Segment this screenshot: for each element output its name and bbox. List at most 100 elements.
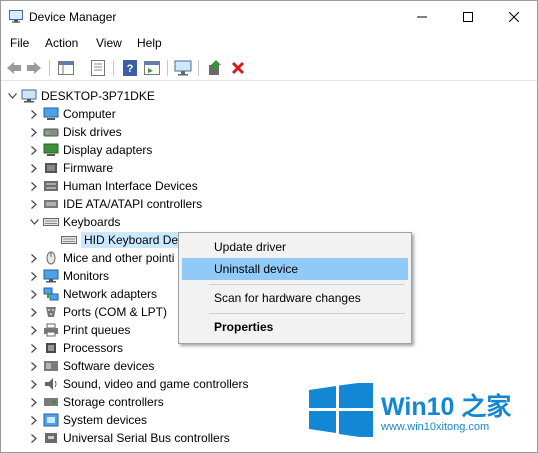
chevron-right-icon[interactable] <box>29 411 39 429</box>
tree-item-storage-controllers[interactable]: Storage controllers <box>29 393 164 411</box>
win10-watermark: Win10 之家 www.win10xitong.com <box>309 381 533 439</box>
tree-item-sound-video[interactable]: Sound, video and game controllers <box>29 375 248 393</box>
usb-icon <box>43 431 59 445</box>
menu-item-label: Properties <box>214 320 274 334</box>
help-button[interactable]: ? <box>121 59 139 77</box>
action-pane-button[interactable] <box>143 59 161 77</box>
chevron-right-icon[interactable] <box>29 321 39 339</box>
forward-button[interactable] <box>25 59 43 77</box>
chevron-right-icon[interactable] <box>29 429 39 447</box>
menu-action[interactable]: Action <box>45 36 78 50</box>
monitor-icon <box>43 269 59 283</box>
scan-hardware-button[interactable] <box>174 59 192 77</box>
system-device-icon <box>43 413 59 427</box>
device-manager-icon <box>9 10 23 23</box>
computer-root-icon <box>21 89 37 103</box>
display-adapter-icon <box>43 143 59 157</box>
back-button[interactable] <box>5 59 23 77</box>
chevron-right-icon[interactable] <box>29 375 39 393</box>
tree-item-ports[interactable]: Ports (COM & LPT) <box>29 303 167 321</box>
tree-item-mice[interactable]: Mice and other pointi <box>29 249 174 267</box>
menu-item-uninstall-device[interactable]: Uninstall device <box>182 258 408 280</box>
red-x-icon <box>231 61 245 75</box>
tree-item-hid-keyboard-device[interactable]: HID Keyboard Dev <box>61 231 188 249</box>
menu-separator <box>209 284 405 285</box>
chevron-down-icon[interactable] <box>7 87 17 105</box>
back-arrow-icon <box>7 62 21 74</box>
menu-item-label: Scan for hardware changes <box>214 291 361 305</box>
tree-item-label: Display adapters <box>63 143 153 157</box>
menu-help[interactable]: Help <box>137 36 162 50</box>
tree-item-human-interface-devices[interactable]: Human Interface Devices <box>29 177 198 195</box>
maximize-icon <box>463 12 473 22</box>
tree-item-label: Monitors <box>63 269 110 283</box>
chevron-right-icon[interactable] <box>29 393 39 411</box>
tree-item-monitors[interactable]: Monitors <box>29 267 109 285</box>
tree-item-system-devices[interactable]: System devices <box>29 411 147 429</box>
keyboard-icon <box>43 215 59 229</box>
action-pane-icon <box>144 61 160 75</box>
tree-item-keyboards[interactable]: Keyboards <box>29 213 120 231</box>
tree-item-label: Universal Serial Bus controllers <box>63 431 230 445</box>
hid-icon <box>43 179 59 193</box>
watermark-brand: Win10 之家 <box>381 393 512 421</box>
menu-item-update-driver[interactable]: Update driver <box>182 236 408 258</box>
network-icon <box>43 287 59 301</box>
forward-arrow-icon <box>27 62 41 74</box>
properties-toolbar-button[interactable] <box>89 59 107 77</box>
tree-item-processors[interactable]: Processors <box>29 339 123 357</box>
tree-root[interactable]: DESKTOP-3P71DKE <box>7 87 155 105</box>
tree-item-disk-drives[interactable]: Disk drives <box>29 123 122 141</box>
chevron-right-icon[interactable] <box>29 267 39 285</box>
tree-item-label: System devices <box>63 413 148 427</box>
toolbar-separator <box>113 60 114 76</box>
tree-item-label: Storage controllers <box>63 395 164 409</box>
tree-item-label: Sound, video and game controllers <box>63 377 249 391</box>
context-menu: Update driver Uninstall device Scan for … <box>178 232 412 344</box>
menu-item-scan-hardware[interactable]: Scan for hardware changes <box>182 287 408 309</box>
show-hide-tree-button[interactable] <box>57 59 75 77</box>
chevron-right-icon[interactable] <box>29 357 39 375</box>
close-button[interactable] <box>491 1 537 33</box>
chevron-right-icon[interactable] <box>29 123 39 141</box>
uninstall-device-button[interactable] <box>229 59 247 77</box>
chevron-right-icon[interactable] <box>29 159 39 177</box>
maximize-button[interactable] <box>445 1 491 33</box>
tree-root-label: DESKTOP-3P71DKE <box>41 89 155 103</box>
menu-file[interactable]: File <box>10 36 29 50</box>
tree-item-label: Computer <box>63 107 116 121</box>
tree-item-label: Firmware <box>63 161 113 175</box>
tree-item-usb-controllers[interactable]: Universal Serial Bus controllers <box>29 429 230 447</box>
scan-monitor-icon <box>174 60 192 76</box>
toolbar-separator <box>49 60 50 76</box>
processor-icon <box>43 341 59 355</box>
chevron-right-icon[interactable] <box>29 195 39 213</box>
toolbar-separator <box>167 60 168 76</box>
menu-view[interactable]: View <box>96 36 122 50</box>
chevron-right-icon[interactable] <box>29 177 39 195</box>
minimize-button[interactable] <box>399 1 445 33</box>
tree-item-print-queues[interactable]: Print queues <box>29 321 130 339</box>
chevron-right-icon[interactable] <box>29 339 39 357</box>
menu-separator <box>209 313 405 314</box>
tree-item-label: Mice and other pointi <box>63 251 175 265</box>
chevron-right-icon[interactable] <box>29 285 39 303</box>
menu-item-label: Uninstall device <box>214 262 299 276</box>
properties-sheet-icon <box>91 60 105 76</box>
chevron-right-icon[interactable] <box>29 105 39 123</box>
window-title: Device Manager <box>29 10 117 24</box>
chevron-right-icon[interactable] <box>29 249 39 267</box>
firmware-icon <box>43 161 59 175</box>
update-driver-button[interactable] <box>206 59 224 77</box>
tree-item-network-adapters[interactable]: Network adapters <box>29 285 157 303</box>
console-tree-icon <box>58 61 74 75</box>
chevron-down-icon[interactable] <box>29 213 39 231</box>
menu-item-properties[interactable]: Properties <box>182 316 408 338</box>
chevron-right-icon[interactable] <box>29 303 39 321</box>
tree-item-software-devices[interactable]: Software devices <box>29 357 154 375</box>
tree-item-ide-controllers[interactable]: IDE ATA/ATAPI controllers <box>29 195 202 213</box>
tree-item-firmware[interactable]: Firmware <box>29 159 113 177</box>
tree-item-computer[interactable]: Computer <box>29 105 116 123</box>
tree-item-display-adapters[interactable]: Display adapters <box>29 141 152 159</box>
chevron-right-icon[interactable] <box>29 141 39 159</box>
